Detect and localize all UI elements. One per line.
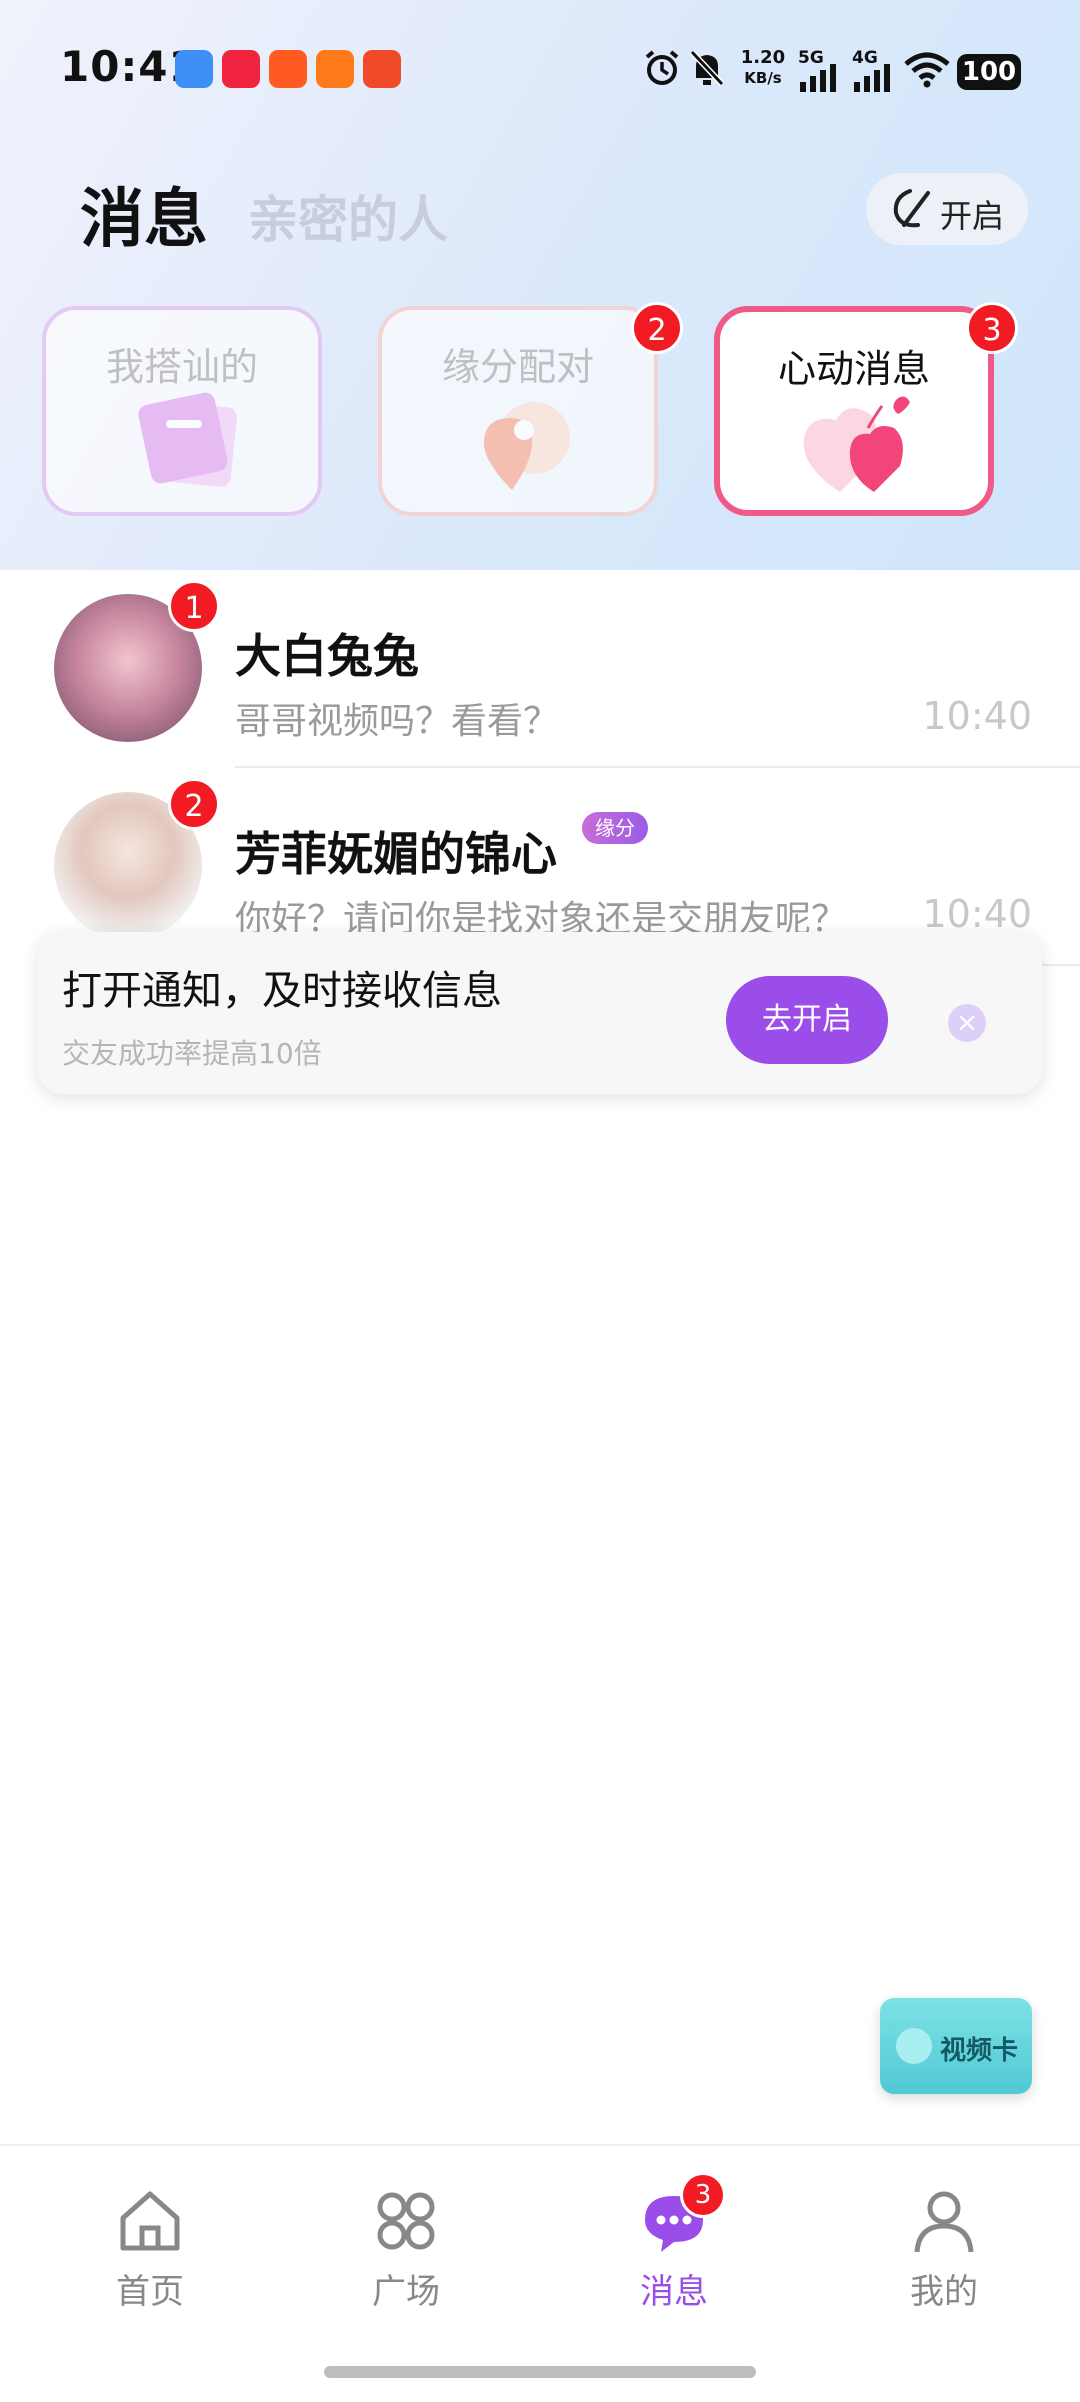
close-icon[interactable]: × [948, 1004, 986, 1042]
chat-item[interactable]: 大白兔兔 哥哥视频吗？看看？ 10:40 [0, 570, 1080, 770]
kuaishou-icon [316, 50, 354, 88]
status-bar: 10:41 1.20 KB/s 5G 4G 100 [0, 0, 1080, 140]
alipay-icon [175, 50, 213, 88]
tab-messages[interactable]: 消息 [594, 2186, 754, 2313]
home-icon [120, 2191, 180, 2251]
unread-badge: 2 [168, 778, 220, 830]
grid-icon [377, 2192, 435, 2250]
mute-icon [689, 49, 725, 87]
tab-label: 首页 [116, 2272, 184, 2312]
chat-time: 10:40 [922, 694, 1032, 738]
taobao-icon [269, 50, 307, 88]
card-my-greetings[interactable]: 我搭讪的 [42, 306, 322, 516]
card-title: 缘分配对 [441, 345, 594, 389]
app-icon [363, 50, 401, 88]
unread-badge: 1 [168, 580, 220, 632]
heart-icon [803, 396, 910, 492]
enable-toggle-button[interactable]: 开启 [866, 173, 1028, 245]
chat-name: 大白兔兔 [235, 629, 419, 683]
card-badge: 3 [966, 302, 1018, 354]
chat-time: 10:40 [922, 892, 1032, 936]
tab-intimate[interactable]: 亲密的人 [248, 180, 448, 252]
bottom-tab-bar: 首页 广场 消息 3 我的 [0, 2144, 1080, 2402]
toggle-label: 开启 [940, 197, 1005, 235]
enable-notification-button[interactable]: 去开启 [726, 976, 888, 1064]
tab-label: 我的 [910, 2272, 978, 2312]
video-card-label: 视频卡 [940, 2036, 1019, 2066]
match-icon [483, 402, 570, 490]
camera-icon [896, 2028, 932, 2064]
notification-title: 打开通知，及时接收信息 [62, 968, 502, 1014]
card-title: 我搭讪的 [105, 345, 258, 389]
xiaohongshu-icon [222, 50, 260, 88]
user-icon [914, 2191, 974, 2253]
video-card-button[interactable]: 视频卡 [880, 1998, 1032, 2094]
notification-subtitle: 交友成功率提高10倍 [62, 1037, 322, 1070]
battery-indicator: 100 [957, 54, 1021, 90]
card-badge: 2 [631, 302, 683, 354]
chat-preview: 哥哥视频吗？看看？ [235, 701, 560, 742]
wifi-icon [904, 52, 950, 88]
tab-plaza[interactable]: 广场 [326, 2186, 486, 2313]
signal-4g-icon [854, 64, 890, 92]
tab-messages[interactable]: 消息 [80, 168, 208, 260]
fate-tag: 缘分 [582, 812, 648, 844]
net-speed: 1.20 KB/s [740, 47, 786, 88]
alarm-icon [645, 50, 679, 85]
card-fate-match[interactable]: 缘分配对 [378, 306, 658, 516]
card-heartbeat-messages[interactable]: 心动消息 [714, 306, 994, 516]
signal-5g-icon [800, 64, 836, 92]
home-indicator[interactable] [324, 2366, 756, 2378]
chat-name: 芳菲妩媚的锦心 [235, 827, 557, 881]
tab-label: 消息 [640, 2272, 708, 2312]
chat-bubble-icon [138, 392, 237, 487]
tab-home[interactable]: 首页 [70, 2186, 230, 2313]
tab-label: 广场 [372, 2272, 440, 2312]
tab-badge: 3 [680, 2172, 726, 2218]
card-title: 心动消息 [777, 347, 930, 391]
moon-icon [893, 189, 930, 228]
notification-prompt: 打开通知，及时接收信息 交友成功率提高10倍 去开启 × [38, 932, 1042, 1094]
tab-mine[interactable]: 我的 [864, 2186, 1024, 2313]
